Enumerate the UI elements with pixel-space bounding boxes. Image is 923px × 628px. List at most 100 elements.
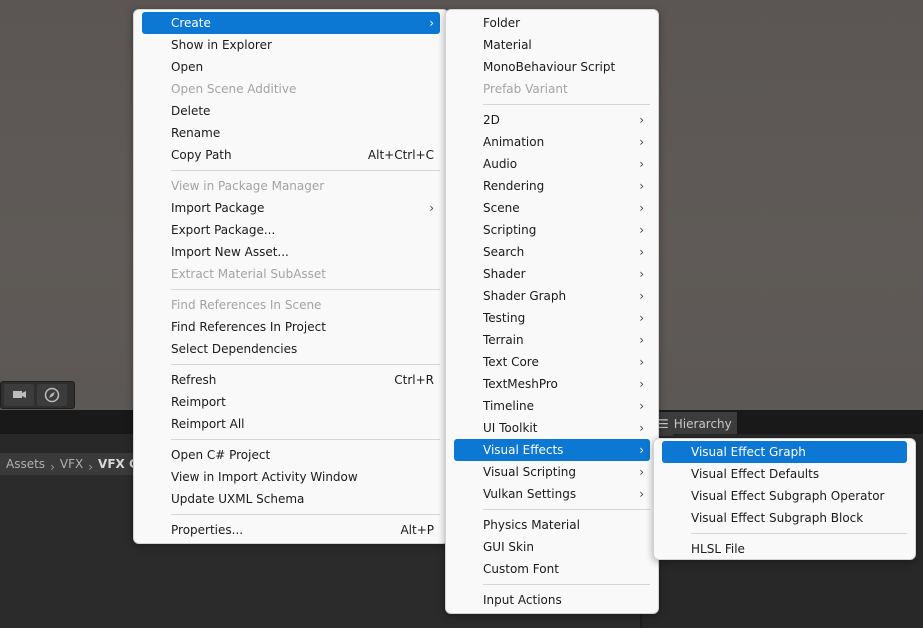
menu-separator: [134, 360, 448, 369]
compass-button[interactable]: [37, 384, 67, 406]
scene-toolbar: [0, 381, 75, 409]
menu-item-label: Visual Effect Defaults: [691, 467, 820, 481]
menu-item-label: Extract Material SubAsset: [171, 267, 326, 281]
menu-item-find-references-in-project[interactable]: Find References In Project: [142, 316, 440, 338]
chevron-right-icon: ›: [639, 289, 644, 303]
menu-item-reimport-all[interactable]: Reimport All: [142, 413, 440, 435]
menu-item-export-package[interactable]: Export Package...: [142, 219, 440, 241]
menu-item-input-actions[interactable]: Input Actions: [454, 589, 650, 611]
breadcrumb-vfx[interactable]: VFX: [60, 457, 83, 471]
menu-item-find-references-in-scene: Find References In Scene: [142, 294, 440, 316]
compass-icon: [44, 387, 60, 403]
menu-item-ui-toolkit[interactable]: UI Toolkit ›: [454, 417, 650, 439]
menu-item-label: Properties...: [171, 523, 244, 537]
menu-item-label: Visual Effects: [483, 443, 564, 457]
menu-item-open[interactable]: Open: [142, 56, 440, 78]
menu-item-label: Refresh: [171, 373, 217, 387]
menu-item-monobehaviour-script[interactable]: MonoBehaviour Script: [454, 56, 650, 78]
menu-item-label: Folder: [483, 16, 521, 30]
menu-item-visual-effect-defaults[interactable]: Visual Effect Defaults: [662, 463, 907, 485]
menu-item-reimport[interactable]: Reimport: [142, 391, 440, 413]
tab-hierarchy-label: Hierarchy: [673, 417, 732, 431]
menu-separator: [446, 505, 658, 514]
menu-item-copy-path[interactable]: Copy Path Alt+Ctrl+C: [142, 144, 440, 166]
chevron-right-icon: ›: [639, 135, 644, 149]
menu-item-physics-material[interactable]: Physics Material: [454, 514, 650, 536]
menu-item-textmeshpro[interactable]: TextMeshPro ›: [454, 373, 650, 395]
menu-item-label: GUI Skin: [483, 540, 534, 554]
menu-item-show-in-explorer[interactable]: Show in Explorer: [142, 34, 440, 56]
menu-item-visual-effect-subgraph-block[interactable]: Visual Effect Subgraph Block: [662, 507, 907, 529]
chevron-right-icon: ›: [639, 487, 644, 501]
menu-item-rendering[interactable]: Rendering ›: [454, 175, 650, 197]
chevron-right-icon: ›: [639, 399, 644, 413]
menu-item-label: UI Toolkit: [483, 421, 538, 435]
menu-item-shader-graph[interactable]: Shader Graph ›: [454, 285, 650, 307]
menu-item-label: MonoBehaviour Script: [483, 60, 616, 74]
chevron-right-icon: ›: [639, 333, 644, 347]
menu-separator: [134, 435, 448, 444]
menu-item-terrain[interactable]: Terrain ›: [454, 329, 650, 351]
menu-item-open-scene-additive: Open Scene Additive: [142, 78, 440, 100]
visual-effects-submenu: Visual Effect Graph Visual Effect Default…: [653, 438, 916, 560]
menu-separator: [134, 166, 448, 175]
menu-item-search[interactable]: Search ›: [454, 241, 650, 263]
menu-item-vulkan-settings[interactable]: Vulkan Settings ›: [454, 483, 650, 505]
menu-item-visual-scripting[interactable]: Visual Scripting ›: [454, 461, 650, 483]
menu-item-open-c-project[interactable]: Open C# Project: [142, 444, 440, 466]
menu-item-update-uxml-schema[interactable]: Update UXML Schema: [142, 488, 440, 510]
menu-separator: [134, 285, 448, 294]
menu-item-label: Select Dependencies: [171, 342, 298, 356]
menu-item-refresh[interactable]: Refresh Ctrl+R: [142, 369, 440, 391]
menu-item-import-new-asset[interactable]: Import New Asset...: [142, 241, 440, 263]
menu-item-rename[interactable]: Rename: [142, 122, 440, 144]
menu-separator: [654, 529, 915, 538]
menu-item-label: Visual Effect Subgraph Operator: [691, 489, 885, 503]
menu-item-label: Create: [171, 16, 211, 30]
menu-item-shader[interactable]: Shader ›: [454, 263, 650, 285]
menu-item-label: Physics Material: [483, 518, 580, 532]
tab-hierarchy[interactable]: ☰ Hierarchy: [650, 412, 737, 436]
menu-item-label: Vulkan Settings: [483, 487, 577, 501]
menu-item-testing[interactable]: Testing ›: [454, 307, 650, 329]
breadcrumb-assets[interactable]: Assets: [6, 457, 45, 471]
menu-item-folder[interactable]: Folder: [454, 12, 650, 34]
camera-button[interactable]: [4, 384, 34, 406]
menu-item-material[interactable]: Material: [454, 34, 650, 56]
menu-item-label: Visual Effect Graph: [691, 445, 806, 459]
menu-item-visual-effects[interactable]: Visual Effects ›: [454, 439, 650, 461]
menu-item-visual-effect-graph[interactable]: Visual Effect Graph: [662, 441, 907, 463]
menu-item-label: Input Actions: [483, 593, 562, 607]
menu-item-audio[interactable]: Audio ›: [454, 153, 650, 175]
menu-item-gui-skin[interactable]: GUI Skin: [454, 536, 650, 558]
menu-item-label: Scene: [483, 201, 520, 215]
menu-separator: [446, 100, 658, 109]
menu-item-label: Find References In Scene: [171, 298, 322, 312]
menu-item-label: HLSL File: [691, 542, 745, 556]
menu-item-timeline[interactable]: Timeline ›: [454, 395, 650, 417]
menu-item-import-package[interactable]: Import Package ›: [142, 197, 440, 219]
menu-item-hlsl-file[interactable]: HLSL File: [662, 538, 907, 560]
menu-item-animation[interactable]: Animation ›: [454, 131, 650, 153]
menu-item-delete[interactable]: Delete: [142, 100, 440, 122]
chevron-right-icon: ›: [639, 113, 644, 127]
menu-item-2d[interactable]: 2D ›: [454, 109, 650, 131]
chevron-right-icon: ›: [639, 355, 644, 369]
menu-item-text-core[interactable]: Text Core ›: [454, 351, 650, 373]
menu-item-label: Import Package: [171, 201, 265, 215]
menu-item-visual-effect-subgraph-operator[interactable]: Visual Effect Subgraph Operator: [662, 485, 907, 507]
menu-item-view-in-package-manager: View in Package Manager: [142, 175, 440, 197]
breadcrumb-chevron-icon: ›: [88, 459, 94, 474]
menu-item-label: Shader Graph: [483, 289, 567, 303]
menu-item-custom-font[interactable]: Custom Font: [454, 558, 650, 580]
menu-item-create[interactable]: Create ›: [142, 12, 440, 34]
chevron-right-icon: ›: [639, 311, 644, 325]
menu-item-scene[interactable]: Scene ›: [454, 197, 650, 219]
menu-item-scripting[interactable]: Scripting ›: [454, 219, 650, 241]
chevron-right-icon: ›: [429, 201, 434, 215]
menu-item-select-dependencies[interactable]: Select Dependencies: [142, 338, 440, 360]
menu-item-properties[interactable]: Properties... Alt+P: [142, 519, 440, 541]
menu-item-label: Export Package...: [171, 223, 276, 237]
menu-item-label: Import New Asset...: [171, 245, 289, 259]
menu-item-view-in-import-activity-window[interactable]: View in Import Activity Window: [142, 466, 440, 488]
